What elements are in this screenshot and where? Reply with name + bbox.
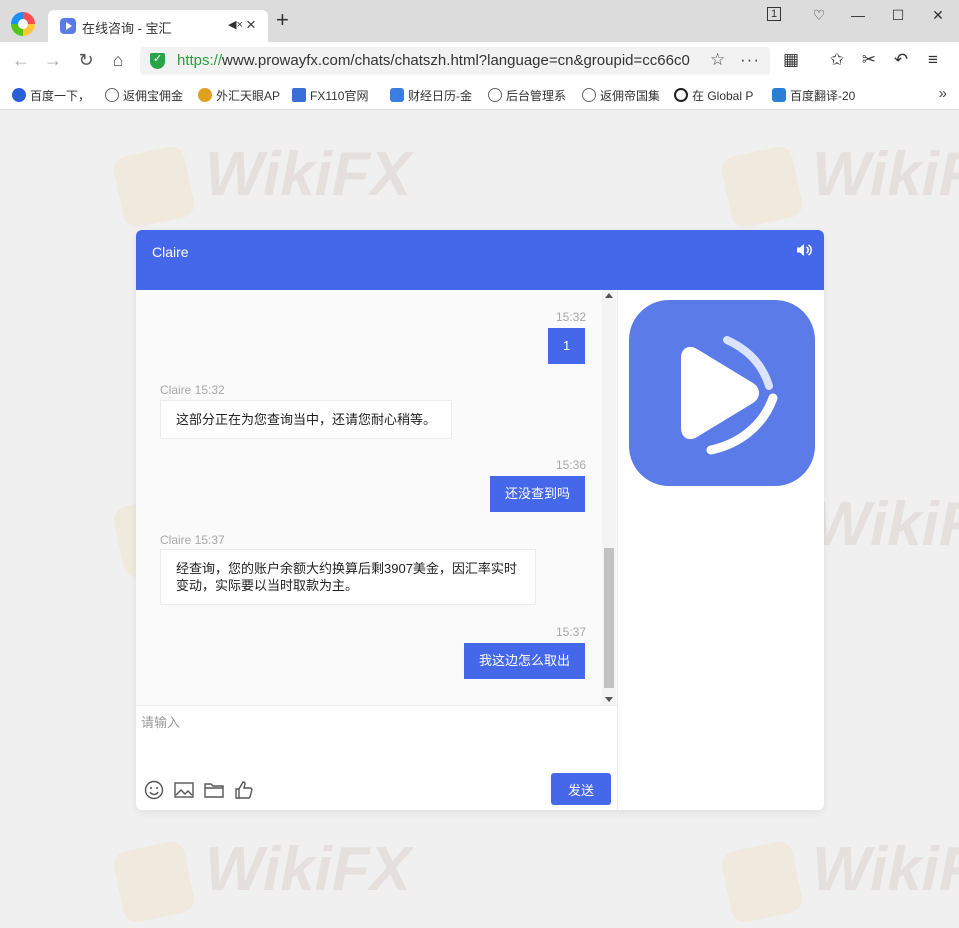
- watermark-text: WikiFX: [812, 490, 959, 559]
- message-sender-meta: Claire 15:32: [160, 383, 225, 397]
- watermark-text: WikiFX: [812, 140, 959, 209]
- bookmark-item[interactable]: 返佣宝佣金: [105, 87, 189, 104]
- watermark-logo-icon: [111, 144, 197, 230]
- browser-logo-icon: [11, 12, 35, 36]
- play-logo-icon: [681, 336, 778, 455]
- favorites-icon[interactable]: ✩: [827, 50, 847, 70]
- incoming-message: 这部分正在为您查询当中，还请您耐心稍等。: [160, 400, 452, 439]
- browser-toolbar: ← → ↻ ⌂ https://www.prowayfx.com/chats/c…: [0, 42, 959, 78]
- star-icon[interactable]: ☆: [710, 50, 725, 70]
- message-scrollbar[interactable]: [602, 290, 616, 705]
- globe-icon: [488, 88, 502, 102]
- chat-window: Claire 15:32 1 Claire 15:32 这部分正在为您查询当中，…: [136, 230, 824, 810]
- home-icon[interactable]: ⌂: [107, 49, 129, 71]
- scissors-icon[interactable]: ✂: [859, 50, 879, 70]
- calendar-icon: [390, 88, 404, 102]
- bookmark-item[interactable]: 百度翻译-20: [772, 87, 860, 104]
- wikifx-eagle-icon: [198, 88, 212, 102]
- image-icon[interactable]: [173, 779, 195, 801]
- undo-icon[interactable]: ↶: [891, 50, 911, 70]
- tab-favicon-icon: [60, 18, 76, 34]
- agent-name: Claire: [152, 244, 189, 260]
- bookmark-item[interactable]: 外汇天眼AP: [198, 87, 280, 104]
- new-tab-button[interactable]: +: [276, 9, 289, 31]
- secure-shield-icon: [150, 52, 165, 69]
- message-sender-meta: Claire 15:37: [160, 533, 225, 547]
- translate-icon: [772, 88, 786, 102]
- apps-grid-icon[interactable]: ▦: [781, 50, 801, 70]
- skin-icon[interactable]: ♡: [808, 5, 830, 27]
- tab-title: 在线咨询 - 宝汇: [82, 21, 172, 36]
- url-text[interactable]: https://www.prowayfx.com/chats/chatszh.h…: [177, 52, 702, 69]
- back-icon[interactable]: ←: [10, 49, 32, 71]
- thumbs-up-icon[interactable]: [233, 779, 255, 801]
- brand-logo: [629, 300, 815, 486]
- browser-tab-bar: 在线咨询 - 宝汇 ◀× × + 1 ♡ — ☐ ✕: [0, 0, 959, 42]
- page-background: WikiFX WikiFX WikiFX WikiFX WikiFX WikiF…: [0, 111, 959, 928]
- bookmark-item[interactable]: 百度一下，: [12, 87, 92, 104]
- bookmark-item[interactable]: 财经日历-金: [390, 87, 474, 104]
- message-list[interactable]: 15:32 1 Claire 15:32 这部分正在为您查询当中，还请您耐心稍等…: [136, 290, 617, 705]
- address-bar[interactable]: https://www.prowayfx.com/chats/chatszh.h…: [140, 47, 770, 75]
- globe-icon: [582, 88, 596, 102]
- outgoing-message: 1: [548, 328, 586, 364]
- scroll-thumb[interactable]: [604, 548, 614, 688]
- forward-icon[interactable]: →: [42, 49, 64, 71]
- menu-icon[interactable]: ≡: [923, 50, 943, 70]
- bookmark-item[interactable]: 后台管理系: [488, 87, 568, 104]
- scroll-up-arrow-icon[interactable]: [605, 293, 613, 298]
- incoming-message: 经查询，您的账户余额大约换算后剩3907美金，因汇率实时变动，实际要以当时取款为…: [160, 549, 536, 605]
- scroll-down-arrow-icon[interactable]: [605, 697, 613, 702]
- tab-mute-icon[interactable]: ◀×: [228, 18, 243, 31]
- bookmarks-more-icon[interactable]: »: [939, 85, 947, 102]
- tab-close-icon[interactable]: ×: [246, 15, 256, 35]
- speaker-icon[interactable]: [796, 242, 812, 258]
- tab-count-icon[interactable]: 1: [767, 7, 781, 21]
- chat-header: Claire: [136, 230, 824, 290]
- close-window-button[interactable]: ✕: [927, 5, 949, 27]
- message-timestamp: 15:32: [555, 310, 586, 324]
- bookmark-item[interactable]: FX110官网: [292, 87, 376, 104]
- maximize-button[interactable]: ☐: [887, 5, 909, 27]
- watermark-logo-icon: [719, 839, 805, 925]
- bookmarks-bar: 百度一下， 返佣宝佣金 外汇天眼AP FX110官网 财经日历-金 后台管理系 …: [0, 78, 959, 110]
- watermark-text: WikiFX: [205, 835, 412, 904]
- globe-icon: [105, 88, 119, 102]
- more-options-icon[interactable]: ···: [740, 50, 760, 70]
- bookmark-item[interactable]: 返佣帝国集: [582, 87, 662, 104]
- folder-icon[interactable]: [203, 779, 225, 801]
- outgoing-message: 我这边怎么取出: [464, 643, 586, 679]
- active-tab[interactable]: 在线咨询 - 宝汇 ◀× ×: [48, 10, 268, 42]
- emoji-icon[interactable]: [143, 779, 165, 801]
- send-button[interactable]: 发送: [551, 773, 611, 805]
- watermark-text: WikiFX: [205, 140, 412, 209]
- watermark-logo-icon: [111, 839, 197, 925]
- message-timestamp: 15:36: [555, 458, 586, 472]
- watermark-text: WikiFX: [812, 835, 959, 904]
- composer: 发送: [136, 705, 617, 810]
- baidu-paw-icon: [12, 88, 26, 102]
- watermark-logo-icon: [719, 144, 805, 230]
- message-timestamp: 15:37: [555, 625, 586, 639]
- reload-icon[interactable]: ↻: [75, 49, 97, 71]
- ring-icon: [674, 88, 688, 102]
- bookmark-item[interactable]: 在 Global P: [674, 87, 758, 104]
- side-panel: [617, 290, 824, 810]
- fx110-icon: [292, 88, 306, 102]
- message-input[interactable]: [141, 712, 606, 762]
- minimize-button[interactable]: —: [847, 5, 869, 27]
- outgoing-message: 还没查到吗: [490, 476, 586, 512]
